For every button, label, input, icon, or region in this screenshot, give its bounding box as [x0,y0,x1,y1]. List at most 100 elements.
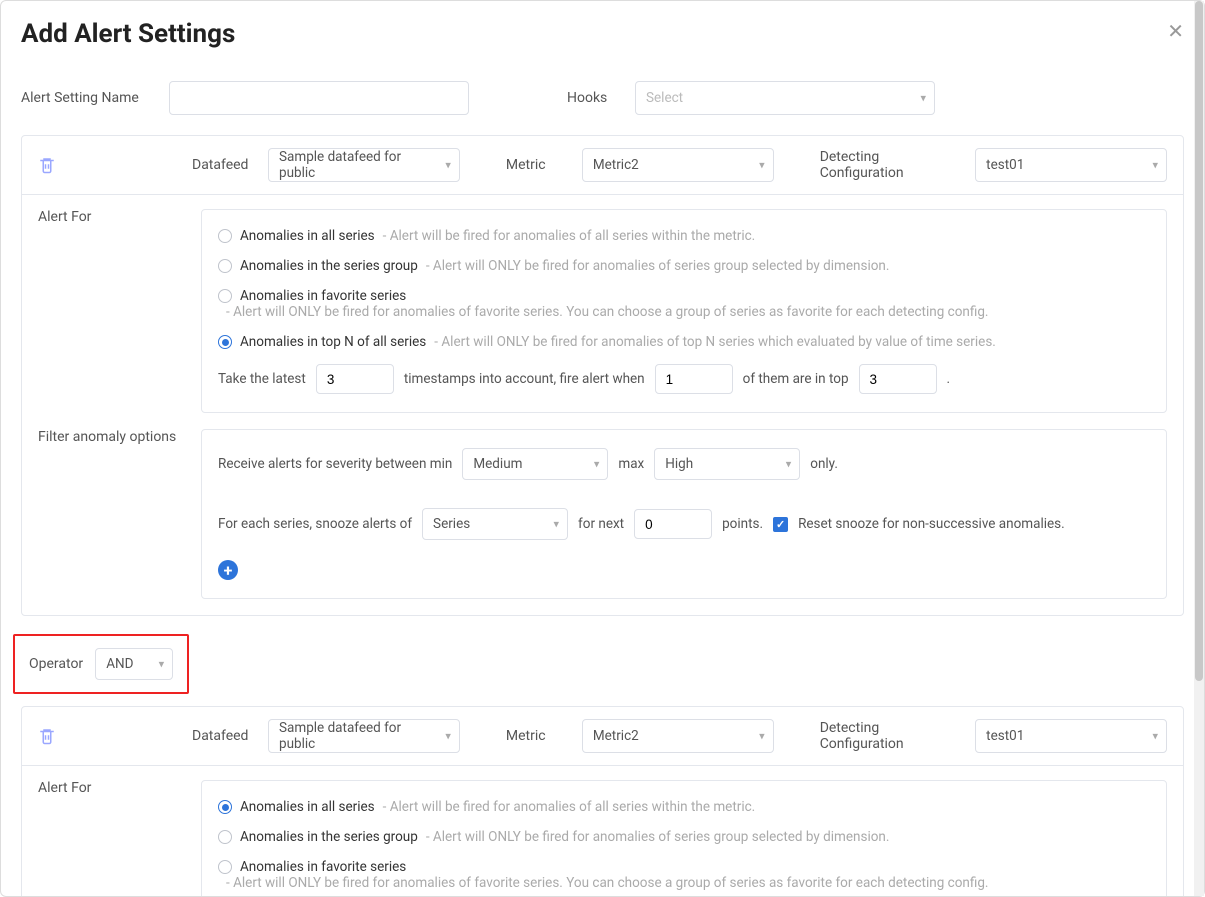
trash-icon[interactable] [38,156,56,174]
radio-desc: - Alert will ONLY be fired for anomalies… [426,258,890,274]
operator-select[interactable]: AND ▾ [95,648,173,680]
metric-label: Metric [506,728,566,744]
top-n-inputs: Take the latest timestamps into account,… [218,364,1150,394]
metric-value: Metric2 [593,728,639,744]
top-row: Alert Setting Name Hooks Select ▾ [21,81,1184,115]
alert-for-panel: Anomalies in all series - Alert will be … [201,209,1167,413]
detecting-config-label: Detecting Configuration [820,149,959,181]
filter-anomaly-section: Filter anomaly options Receive alerts fo… [22,429,1183,615]
detecting-config-value: test01 [986,157,1024,173]
radio-icon [218,229,232,243]
radio-icon [218,860,232,874]
hooks-label: Hooks [567,90,617,106]
config-header-2: Datafeed Sample datafeed for public ▾ Me… [22,707,1183,766]
radio-all-series[interactable]: Anomalies in all series - Alert will be … [218,799,1150,815]
config-block-1: Datafeed Sample datafeed for public ▾ Me… [21,135,1184,616]
radio-icon [218,830,232,844]
chevron-down-icon: ▾ [445,159,451,172]
trash-icon[interactable] [38,727,56,745]
radio-desc: - Alert will ONLY be fired for anomalies… [426,829,890,845]
scrollbar-thumb[interactable] [1195,1,1203,681]
severity-max-select[interactable]: High ▾ [654,448,800,480]
vertical-scrollbar[interactable] [1194,1,1204,896]
radio-desc: - Alert will ONLY be fired for anomalies… [226,304,988,320]
severity-max-value: High [665,456,693,472]
chevron-down-icon: ▾ [759,159,765,172]
snooze-scope-select[interactable]: Series ▾ [422,508,568,540]
snooze-text-1: For each series, snooze alerts of [218,516,412,532]
topn-text-4: . [947,371,951,387]
chevron-down-icon: ▾ [594,458,600,471]
alert-for-section-2: Alert For Anomalies in all series - Aler… [22,766,1183,896]
radio-desc: - Alert will ONLY be fired for anomalies… [226,875,988,891]
severity-min-select[interactable]: Medium ▾ [462,448,608,480]
datafeed-select[interactable]: Sample datafeed for public ▾ [268,148,460,182]
radio-favorite-series[interactable]: Anomalies in favorite series - Alert wil… [218,859,1150,891]
reset-snooze-label: Reset snooze for non-successive anomalie… [798,516,1065,532]
radio-desc: - Alert will be fired for anomalies of a… [383,799,756,815]
datafeed-select[interactable]: Sample datafeed for public ▾ [268,719,460,753]
radio-all-series[interactable]: Anomalies in all series - Alert will be … [218,228,1150,244]
radio-desc: - Alert will be fired for anomalies of a… [383,228,756,244]
radio-top-n[interactable]: Anomalies in top N of all series - Alert… [218,334,1150,350]
config-header-1: Datafeed Sample datafeed for public ▾ Me… [22,136,1183,195]
radio-label: Anomalies in favorite series [240,288,406,304]
alert-for-panel-2: Anomalies in all series - Alert will be … [201,780,1167,896]
radio-icon [218,335,232,349]
radio-label: Anomalies in favorite series [240,859,406,875]
metric-select[interactable]: Metric2 ▾ [582,719,774,753]
metric-select[interactable]: Metric2 ▾ [582,148,774,182]
chevron-down-icon: ▾ [1152,730,1158,743]
hooks-select-value: Select [646,90,683,106]
chevron-down-icon: ▾ [554,518,560,531]
alert-setting-name-input[interactable] [169,81,469,115]
metric-value: Metric2 [593,157,639,173]
topn-when-input[interactable] [655,364,733,394]
detecting-config-value: test01 [986,728,1024,744]
radio-label: Anomalies in the series group [240,829,418,845]
filter-anomaly-label: Filter anomaly options [38,429,183,599]
hooks-select[interactable]: Select ▾ [635,81,935,115]
severity-row: Receive alerts for severity between min … [218,448,1150,480]
snooze-text-3: points. [722,516,763,532]
add-alert-settings-dialog: ✕ Add Alert Settings Alert Setting Name … [1,1,1204,896]
radio-series-group[interactable]: Anomalies in the series group - Alert wi… [218,829,1150,845]
operator-label: Operator [29,656,83,672]
chevron-down-icon: ▾ [920,92,926,105]
chevron-down-icon: ▾ [1152,159,1158,172]
datafeed-label: Datafeed [192,728,252,744]
snooze-scope-value: Series [433,516,470,532]
close-icon[interactable]: ✕ [1167,19,1184,43]
topn-text-2: timestamps into account, fire alert when [404,371,645,387]
add-filter-button[interactable]: + [218,560,238,580]
filter-anomaly-panel: Receive alerts for severity between min … [201,429,1167,599]
operator-box: Operator AND ▾ [13,634,189,694]
alert-for-label: Alert For [38,780,183,896]
datafeed-label: Datafeed [192,157,252,173]
topn-text-1: Take the latest [218,371,306,387]
metric-label: Metric [506,157,566,173]
detecting-config-label: Detecting Configuration [820,720,959,752]
severity-text-3: only. [810,456,838,472]
severity-text-2: max [618,456,644,472]
topn-top-input[interactable] [859,364,937,394]
alert-for-section: Alert For Anomalies in all series - Aler… [22,195,1183,429]
detecting-config-select[interactable]: test01 ▾ [975,148,1167,182]
snooze-points-input[interactable] [634,509,712,539]
radio-favorite-series[interactable]: Anomalies in favorite series - Alert wil… [218,288,1150,320]
radio-desc: - Alert will ONLY be fired for anomalies… [434,334,996,350]
radio-series-group[interactable]: Anomalies in the series group - Alert wi… [218,258,1150,274]
topn-text-3: of them are in top [743,371,849,387]
snooze-text-2: for next [578,516,624,532]
operator-value: AND [106,656,133,672]
chevron-down-icon: ▾ [786,458,792,471]
snooze-row: For each series, snooze alerts of Series… [218,508,1150,540]
config-block-2: Datafeed Sample datafeed for public ▾ Me… [21,706,1184,896]
reset-snooze-checkbox[interactable]: ✓ [773,517,788,532]
topn-latest-input[interactable] [316,364,394,394]
chevron-down-icon: ▾ [445,730,451,743]
severity-min-value: Medium [473,456,522,472]
radio-label: Anomalies in the series group [240,258,418,274]
detecting-config-select[interactable]: test01 ▾ [975,719,1167,753]
datafeed-value: Sample datafeed for public [279,149,431,181]
